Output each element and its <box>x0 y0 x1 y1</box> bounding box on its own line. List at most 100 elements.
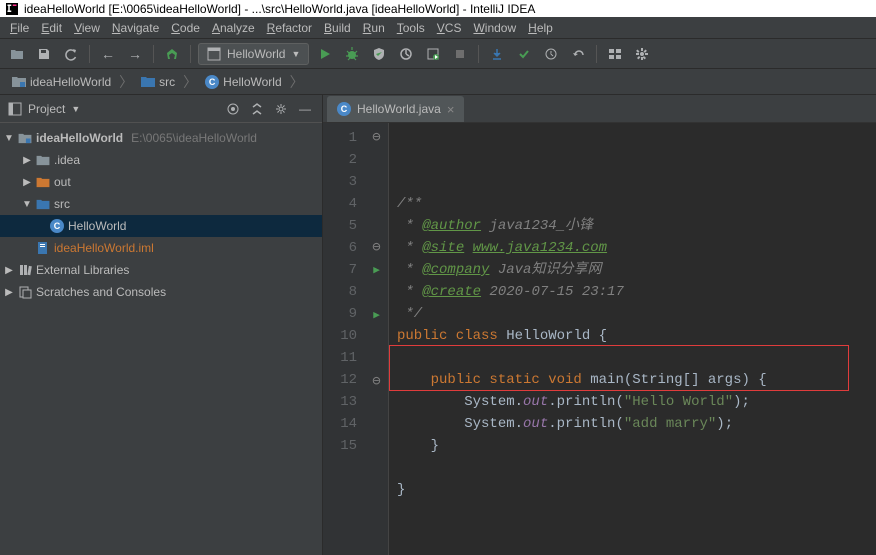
editor-tab-label: HelloWorld.java <box>357 102 441 116</box>
code-line[interactable]: public class HelloWorld { <box>397 325 876 347</box>
expand-arrow-icon[interactable]: ▶ <box>4 287 14 298</box>
vcs-commit-button[interactable] <box>513 43 535 65</box>
project-tree[interactable]: ▼ ideaHelloWorld E:\0065\ideaHelloWorld … <box>0 123 322 555</box>
breadcrumb-class[interactable]: C HelloWorld <box>201 74 285 90</box>
editor-tabs: C HelloWorld.java × <box>323 95 876 123</box>
app-icon <box>6 3 18 15</box>
attach-button[interactable] <box>422 43 444 65</box>
tree-label: External Libraries <box>36 263 129 277</box>
open-file-button[interactable] <box>6 43 28 65</box>
menu-file[interactable]: File <box>4 19 35 37</box>
menu-navigate[interactable]: Navigate <box>106 19 165 37</box>
code-line[interactable]: * @company Java知识分享网 <box>397 259 876 281</box>
close-tab-icon[interactable]: × <box>447 102 455 117</box>
navigation-bar: ideaHelloWorld 〉 src 〉 C HelloWorld 〉 <box>0 69 876 95</box>
code-editor[interactable]: 123456789101112131415 ⊖ ⊖▶ ▶ ⊖ /** * @au… <box>323 123 876 555</box>
code-line[interactable]: * @author java1234_小锋 <box>397 215 876 237</box>
vcs-history-button[interactable] <box>540 43 562 65</box>
code-line[interactable] <box>397 501 876 523</box>
code-line[interactable]: System.out.println("add marry"); <box>397 413 876 435</box>
run-config-selector[interactable]: HelloWorld ▼ <box>198 43 309 65</box>
hide-button[interactable]: — <box>296 100 314 118</box>
expand-arrow-icon[interactable]: ▶ <box>4 265 14 276</box>
scratches-icon <box>18 285 32 299</box>
tree-label: HelloWorld <box>68 219 126 233</box>
code-line[interactable]: public static void main(String[] args) { <box>397 369 876 391</box>
breadcrumb-separator: 〉 <box>119 72 133 92</box>
breadcrumb-label: HelloWorld <box>223 75 281 89</box>
folder-icon <box>36 155 50 166</box>
expand-arrow-icon[interactable]: ▼ <box>22 199 32 210</box>
code-line[interactable] <box>397 347 876 369</box>
class-icon: C <box>205 75 219 89</box>
expand-all-button[interactable] <box>248 100 266 118</box>
menu-edit[interactable]: Edit <box>35 19 68 37</box>
code-content[interactable]: /** * @author java1234_小锋 * @site www.ja… <box>389 123 876 555</box>
code-line[interactable]: } <box>397 435 876 457</box>
coverage-button[interactable] <box>368 43 390 65</box>
nav-back-button[interactable]: ← <box>97 43 119 65</box>
nav-forward-button[interactable]: → <box>124 43 146 65</box>
tree-item-helloworld-class[interactable]: C HelloWorld <box>0 215 322 237</box>
settings-gear-icon[interactable] <box>272 100 290 118</box>
dropdown-chevron-icon: ▼ <box>291 49 300 59</box>
menu-tools[interactable]: Tools <box>391 19 431 37</box>
source-folder-icon <box>36 199 50 210</box>
toolbar-separator <box>596 45 597 63</box>
code-line[interactable]: /** <box>397 193 876 215</box>
stop-button[interactable] <box>449 43 471 65</box>
project-structure-button[interactable] <box>604 43 626 65</box>
code-line[interactable]: * @create 2020-07-15 23:17 <box>397 281 876 303</box>
code-line[interactable] <box>397 457 876 479</box>
toolbar-separator <box>478 45 479 63</box>
menu-run[interactable]: Run <box>357 19 391 37</box>
breadcrumb-src[interactable]: src <box>137 74 179 90</box>
run-config-label: HelloWorld <box>227 47 285 61</box>
breadcrumb-label: ideaHelloWorld <box>30 75 111 89</box>
tree-item-idea[interactable]: ▶ .idea <box>0 149 322 171</box>
expand-arrow-icon[interactable]: ▼ <box>4 133 14 144</box>
menu-code[interactable]: Code <box>165 19 206 37</box>
code-line[interactable]: System.out.println("Hello World"); <box>397 391 876 413</box>
editor-tab-helloworld[interactable]: C HelloWorld.java × <box>327 96 464 122</box>
code-line[interactable]: * @site www.java1234.com <box>397 237 876 259</box>
folder-out-icon <box>36 177 50 188</box>
project-view-icon <box>8 102 22 116</box>
menu-view[interactable]: View <box>68 19 106 37</box>
menu-vcs[interactable]: VCS <box>431 19 468 37</box>
tree-item-scratches[interactable]: ▶ Scratches and Consoles <box>0 281 322 303</box>
tree-item-iml[interactable]: ideaHelloWorld.iml <box>0 237 322 259</box>
dropdown-chevron-icon[interactable]: ▼ <box>71 104 80 114</box>
fold-gutter[interactable]: ⊖ ⊖▶ ▶ ⊖ <box>365 123 389 555</box>
breadcrumb-label: src <box>159 75 175 89</box>
project-title: Project <box>28 102 65 116</box>
project-tool-window: Project ▼ — ▼ ideaHelloWorld E:\0065\ide… <box>0 95 323 555</box>
run-button[interactable] <box>314 43 336 65</box>
menu-help[interactable]: Help <box>522 19 559 37</box>
code-line[interactable]: } <box>397 479 876 501</box>
project-header: Project ▼ — <box>0 95 322 123</box>
class-icon: C <box>50 219 64 233</box>
sync-button[interactable] <box>60 43 82 65</box>
settings-button[interactable] <box>631 43 653 65</box>
tree-item-out[interactable]: ▶ out <box>0 171 322 193</box>
vcs-revert-button[interactable] <box>567 43 589 65</box>
select-opened-file-button[interactable] <box>224 100 242 118</box>
build-project-button[interactable] <box>161 43 183 65</box>
menu-analyze[interactable]: Analyze <box>206 19 261 37</box>
code-line[interactable]: */ <box>397 303 876 325</box>
menu-window[interactable]: Window <box>467 19 522 37</box>
vcs-update-button[interactable] <box>486 43 508 65</box>
debug-button[interactable] <box>341 43 363 65</box>
menu-build[interactable]: Build <box>318 19 357 37</box>
profile-button[interactable] <box>395 43 417 65</box>
expand-arrow-icon[interactable]: ▶ <box>22 177 32 188</box>
tree-item-external-libs[interactable]: ▶ External Libraries <box>0 259 322 281</box>
window-title-bar: ideaHelloWorld [E:\0065\ideaHelloWorld] … <box>0 0 876 17</box>
breadcrumb-module[interactable]: ideaHelloWorld <box>8 74 115 90</box>
tree-root[interactable]: ▼ ideaHelloWorld E:\0065\ideaHelloWorld <box>0 127 322 149</box>
expand-arrow-icon[interactable]: ▶ <box>22 155 32 166</box>
tree-item-src[interactable]: ▼ src <box>0 193 322 215</box>
save-all-button[interactable] <box>33 43 55 65</box>
menu-refactor[interactable]: Refactor <box>261 19 318 37</box>
